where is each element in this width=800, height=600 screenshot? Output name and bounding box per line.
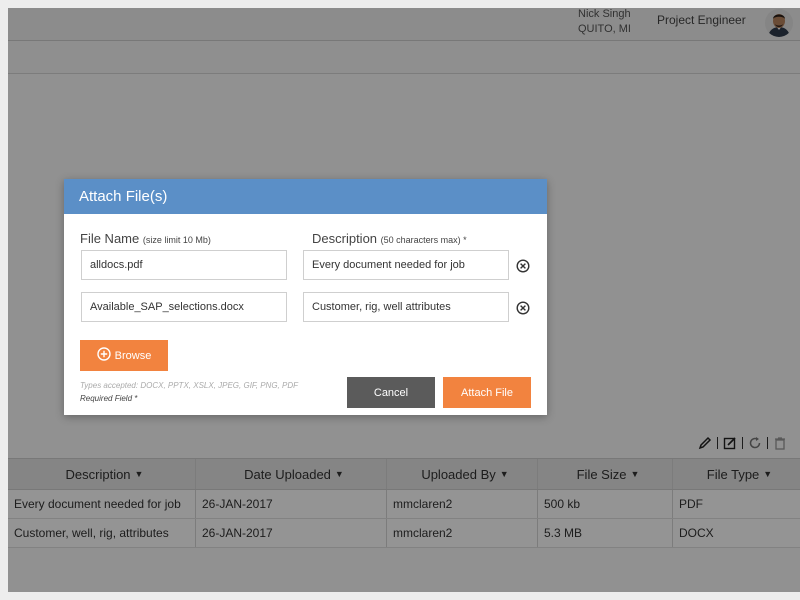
browse-label: Browse	[114, 349, 152, 362]
attach-file-button[interactable]: Attach File	[443, 377, 531, 408]
plus-circle-icon	[96, 347, 111, 364]
file-name-hint: (size limit 10 Mb)	[142, 235, 211, 245]
description-field[interactable]: Customer, rig, well attributes	[303, 292, 509, 322]
browse-button[interactable]: Browse	[80, 340, 168, 371]
remove-icon[interactable]	[516, 259, 530, 273]
dialog-header: Attach File(s)	[64, 179, 547, 214]
description-field[interactable]: Every document needed for job	[303, 250, 509, 280]
description-hint: (50 characters max) *	[380, 235, 467, 245]
dialog-title: Attach File(s)	[79, 188, 168, 205]
remove-icon[interactable]	[516, 301, 530, 315]
app-frame: Nick Singh QUITO, MI Project Engineer De…	[8, 8, 800, 592]
file-name-field[interactable]: Available_SAP_selections.docx	[81, 292, 287, 322]
attach-files-dialog: Attach File(s) File Name (size limit 10 …	[64, 179, 547, 415]
description-label: Description (50 characters max) *	[312, 231, 467, 246]
accepted-types-note: Types accepted: DOCX, PPTX, XSLX, JPEG, …	[80, 381, 298, 390]
file-name-field[interactable]: alldocs.pdf	[81, 250, 287, 280]
cancel-button[interactable]: Cancel	[347, 377, 435, 408]
required-field-note: Required Field *	[80, 394, 138, 403]
file-name-label: File Name (size limit 10 Mb)	[80, 231, 211, 246]
